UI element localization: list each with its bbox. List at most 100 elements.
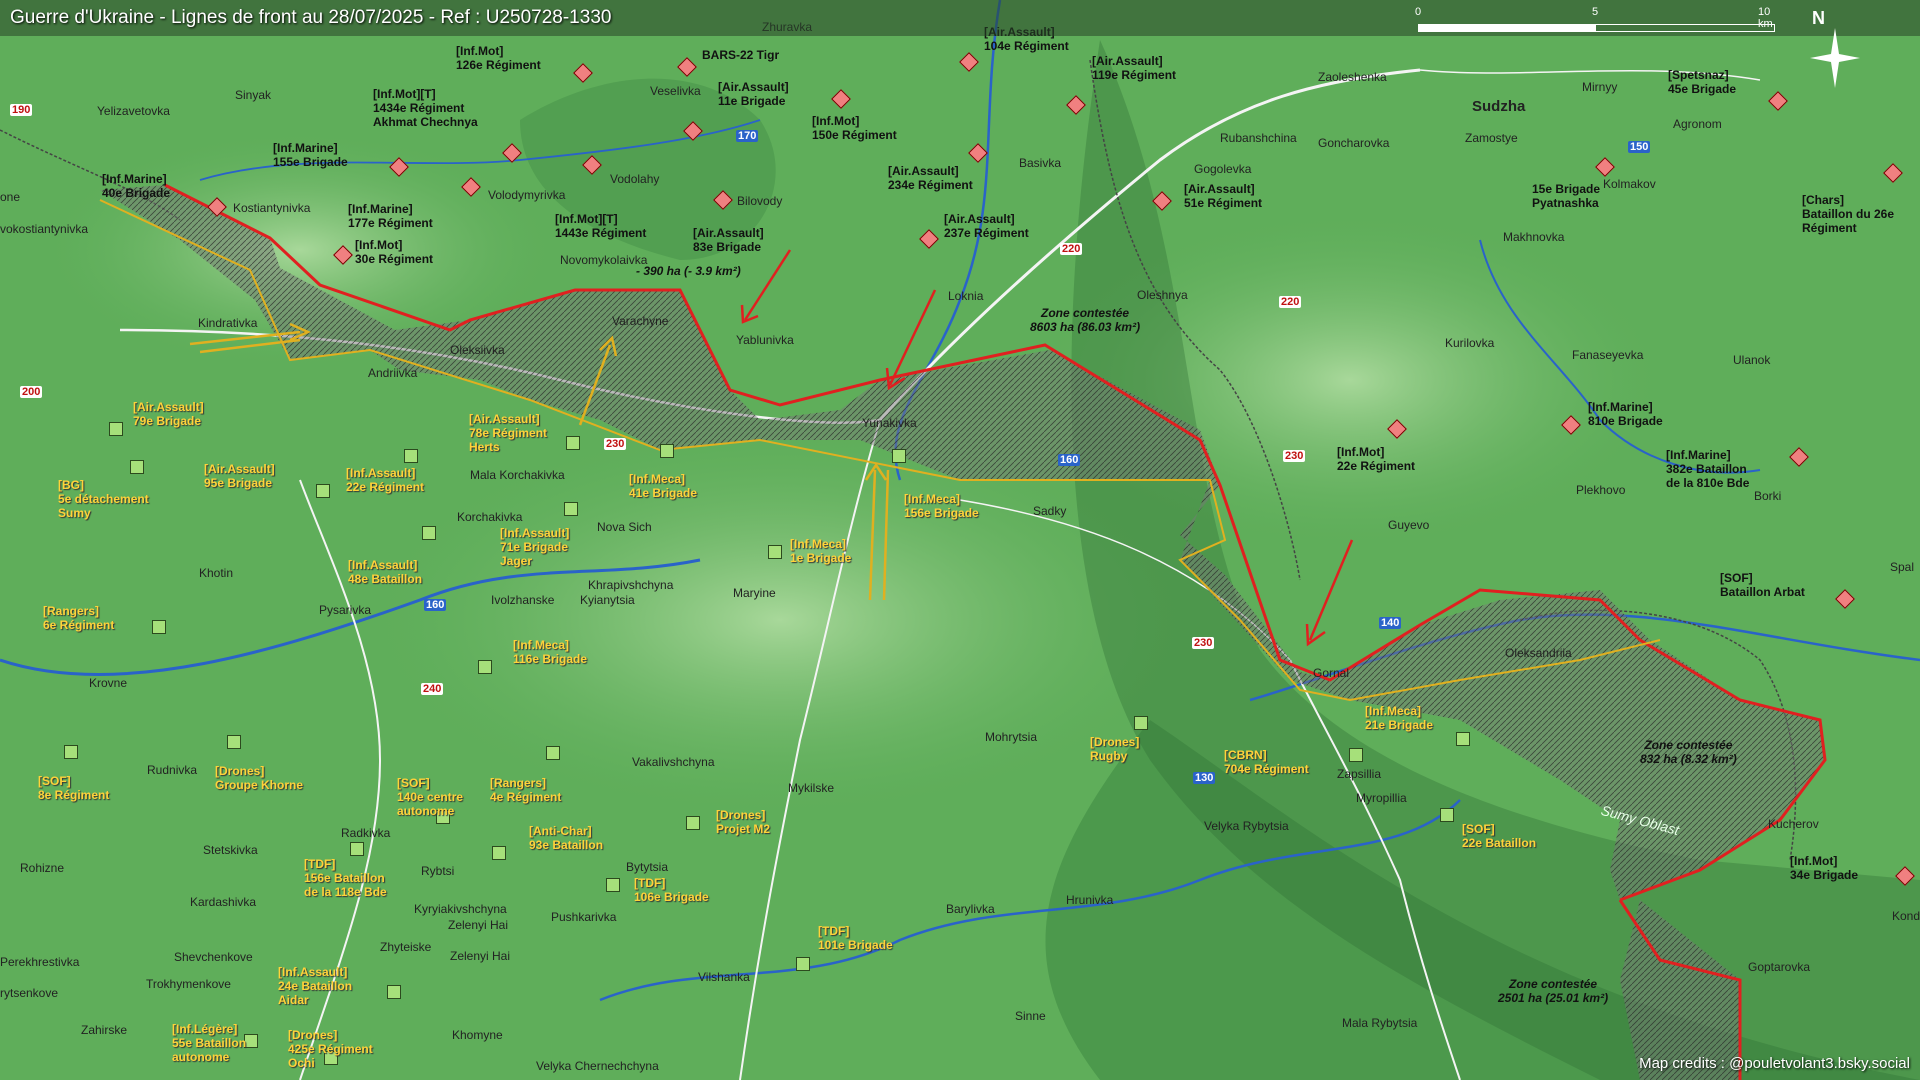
town-label: Rubanshchina	[1220, 131, 1297, 145]
ukrainian-unit-icon	[152, 620, 166, 634]
town-label: Pysarivka	[319, 603, 372, 617]
scale-label-0: 0	[1415, 6, 1422, 18]
town-label: Ulanok	[1733, 353, 1771, 367]
compass-icon	[1810, 28, 1860, 88]
ukrainian-unit-icon	[768, 545, 782, 559]
road-number-badge: 140	[1379, 617, 1402, 629]
town-label: Rybtsi	[421, 864, 455, 878]
ukrainian-unit-icon	[350, 842, 364, 856]
ukrainian-unit-label: [Air.Assault] 79e Brigade	[133, 400, 204, 428]
russian-unit-label: [Inf.Marine] 155e Brigade	[273, 141, 348, 169]
town-label: Korchakivka	[457, 510, 523, 524]
ukrainian-unit-icon	[660, 444, 674, 458]
town-label: Sudzha	[1472, 98, 1526, 115]
road-number-badge: 220	[1279, 296, 1302, 308]
ukrainian-unit-icon	[244, 1034, 258, 1048]
russian-unit-label: [Air.Assault] 83e Brigade	[693, 226, 764, 254]
russian-unit-label: 15e Brigade Pyatnashka	[1532, 182, 1601, 210]
ukrainian-unit-label: [Inf.Meca] 156e Brigade	[904, 492, 979, 520]
town-label: Zelenyi Hai	[450, 949, 511, 963]
ukrainian-unit-label: [Drones] Rugby	[1090, 735, 1140, 763]
russian-unit-label: [Inf.Marine] 177e Régiment	[348, 202, 433, 230]
russian-unit-label: [Inf.Mot] 22e Régiment	[1337, 445, 1416, 473]
town-label: Andriivka	[368, 366, 418, 380]
town-label: Ivolzhanske	[491, 593, 555, 607]
town-label: Yunakivka	[862, 416, 917, 430]
town-label: Myropillia	[1356, 791, 1407, 805]
ukrainian-unit-label: [Inf.Assault] 48e Bataillon	[348, 558, 423, 586]
town-label: Velyka Chernechchyna	[536, 1059, 659, 1073]
town-label: Sinne	[1015, 1009, 1046, 1023]
town-label: Basivka	[1019, 156, 1062, 170]
town-label: Maryine	[733, 586, 776, 600]
contested-zone-label: Zone contestée 832 ha (8.32 km²)	[1640, 738, 1737, 766]
ukrainian-unit-label: [Inf.Assault] 24e Bataillon Aidar	[278, 965, 353, 1007]
town-label: Agronom	[1673, 117, 1722, 131]
town-label: rytsenkove	[0, 986, 59, 1000]
town-label: Borki	[1754, 489, 1782, 503]
ukrainian-unit-icon	[566, 436, 580, 450]
town-label: Mirnyy	[1582, 80, 1618, 94]
town-label: Zhyteiske	[380, 940, 432, 954]
town-label: Rudnivka	[147, 763, 198, 777]
town-label: Kostiantynivka	[233, 201, 311, 215]
road-number-badge: 200	[20, 386, 43, 398]
ukrainian-unit-icon	[1134, 716, 1148, 730]
scale-label-10: 10 km	[1758, 6, 1773, 30]
ukrainian-unit-icon	[606, 878, 620, 892]
road-number-badge: 160	[424, 599, 447, 611]
ukrainian-unit-icon	[1349, 748, 1363, 762]
town-label: Fanaseyevka	[1572, 348, 1644, 362]
town-label: Veselivka	[650, 84, 701, 98]
town-label: Varachyne	[612, 314, 669, 328]
town-label: Khotin	[199, 566, 234, 580]
town-label: Plekhovo	[1576, 483, 1626, 497]
town-label: Goncharovka	[1318, 136, 1390, 150]
ukrainian-unit-icon	[64, 745, 78, 759]
town-label: vokostiantynivka	[0, 222, 89, 236]
town-label: Khomyne	[452, 1028, 503, 1042]
russian-unit-label: [Inf.Mot] 30e Régiment	[355, 238, 434, 266]
ukrainian-unit-icon	[422, 526, 436, 540]
ukrainian-unit-icon	[130, 460, 144, 474]
town-label: Mala Rybytsia	[1342, 1016, 1418, 1030]
ukrainian-unit-label: [Anti-Char] 93e Bataillon	[529, 824, 604, 852]
town-label: Kolmakov	[1603, 177, 1656, 191]
town-label: Goptarovka	[1748, 960, 1811, 974]
russian-unit-label: [Inf.Marine] 382e Bataillon de la 810e Bde	[1666, 448, 1750, 490]
town-label: Spal	[1890, 560, 1915, 574]
map-view[interactable]: ZhuravkaSinyakYelizavetovkaVeselivkaVodo…	[0, 0, 1920, 1080]
town-label: Bilovody	[737, 194, 783, 208]
ukrainian-unit-icon	[387, 985, 401, 999]
ukrainian-unit-label: [BG] 5e détachement Sumy	[58, 478, 149, 520]
town-label: Oleksiivka	[450, 343, 505, 357]
town-label: Mykilske	[788, 781, 835, 795]
ukrainian-unit-icon	[564, 502, 578, 516]
town-label: Yelizavetovka	[97, 104, 170, 118]
town-label: Loknia	[948, 289, 984, 303]
town-label: Vodolahy	[610, 172, 660, 186]
russian-unit-label: [Air.Assault] 119e Régiment	[1092, 54, 1177, 82]
town-label: Zaoleshenka	[1318, 70, 1387, 84]
contested-zone-label: Zone contestée 8603 ha (86.03 km²)	[1030, 306, 1141, 334]
russian-unit-label: [Inf.Mot] 126e Régiment	[456, 44, 541, 72]
town-label: Shevchenkove	[174, 950, 253, 964]
town-label: Vilshanka	[698, 970, 750, 984]
town-label: Bytytsia	[626, 860, 669, 874]
ukrainian-unit-icon	[1440, 808, 1454, 822]
ukrainian-unit-label: [Inf.Assault] 71e Brigade Jager	[500, 526, 570, 568]
town-label: Nova Sich	[597, 520, 652, 534]
town-label: Kyianytsia	[580, 593, 635, 607]
town-label: Makhnovka	[1503, 230, 1565, 244]
ukrainian-unit-label: [Inf.Meca] 41e Brigade	[629, 472, 698, 500]
road-number-badge: 230	[604, 438, 627, 450]
ukrainian-unit-icon	[404, 449, 418, 463]
ukrainian-unit-icon	[892, 449, 906, 463]
town-label: Krovne	[89, 676, 128, 690]
ukrainian-unit-label: [TDF] 106e Brigade	[634, 876, 709, 904]
ukrainian-unit-label: [SOF] 8e Régiment	[38, 774, 110, 802]
town-label: Velyka Rybytsia	[1204, 819, 1289, 833]
road-number-badge: 230	[1283, 450, 1306, 462]
ukrainian-unit-label: [Drones] 425e Régiment Ochi	[288, 1028, 373, 1070]
town-label: Rohizne	[20, 861, 65, 875]
